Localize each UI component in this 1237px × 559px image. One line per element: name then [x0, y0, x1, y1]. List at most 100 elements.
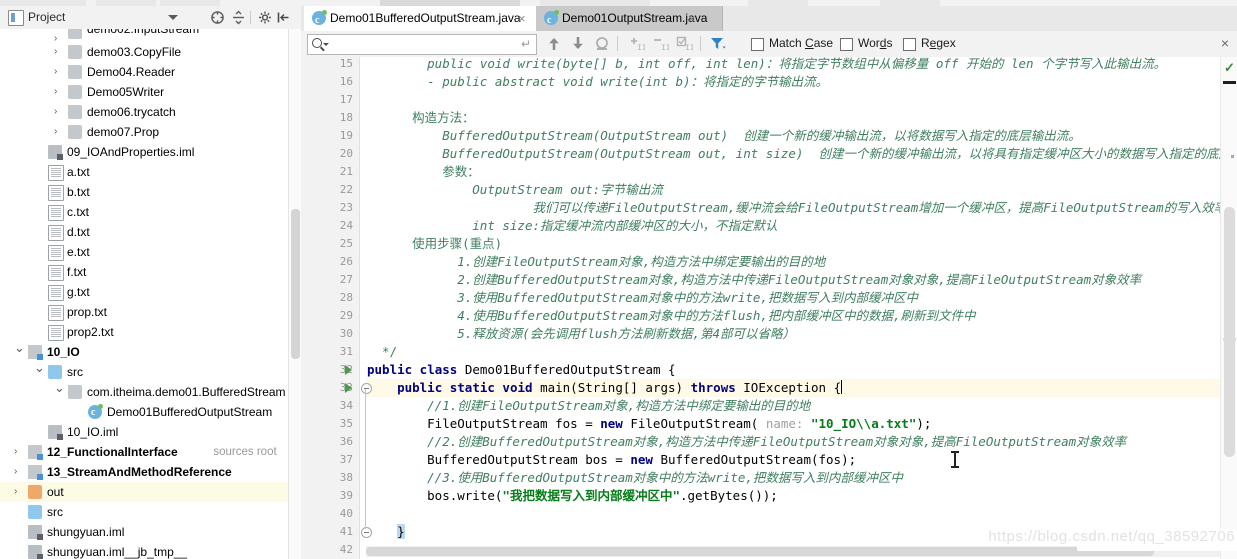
- remove-selection-icon[interactable]: II: [651, 35, 671, 53]
- project-tree[interactable]: › demo02.InputStream › demo03.CopyFile › Demo…: [0, 29, 288, 559]
- words-checkbox[interactable]: [840, 38, 853, 51]
- line-number[interactable]: 42: [301, 541, 359, 559]
- inspection-ok-icon[interactable]: ✓: [1224, 60, 1235, 76]
- code-editor[interactable]: 15 public void write(byte[] b, int off, i…: [301, 57, 1237, 559]
- tree-item[interactable]: f.txt: [0, 262, 288, 282]
- expand-collapse-icon[interactable]: [231, 10, 246, 25]
- code-line[interactable]: 5.释放资源(会先调用flush方法刷新数据,第4部可以省略）: [457, 325, 795, 343]
- code-line[interactable]: public static void main(String[] args) t…: [397, 379, 843, 397]
- run-gutter-icon[interactable]: [345, 365, 352, 375]
- code-line[interactable]: BufferedOutputStream(OutputStream out) 创…: [442, 127, 1081, 145]
- filter-icon[interactable]: [709, 35, 726, 52]
- tree-expand-arrow[interactable]: ⌄: [14, 341, 25, 354]
- tree-item[interactable]: prop2.txt: [0, 322, 288, 342]
- tree-item[interactable]: › demo03.CopyFile: [0, 42, 288, 62]
- line-number[interactable]: 28: [301, 289, 359, 307]
- scrollbar-thumb[interactable]: [366, 547, 1154, 556]
- close-icon[interactable]: ×: [688, 6, 696, 31]
- tree-expand-arrow[interactable]: ›: [14, 467, 24, 477]
- tree-item[interactable]: shungyuan.iml: [0, 522, 288, 542]
- editor-scrollbar-inspection-strip[interactable]: ✓: [1220, 57, 1237, 559]
- regex-label[interactable]: Regex: [921, 36, 956, 50]
- tree-item[interactable]: g.txt: [0, 282, 288, 302]
- tree-item[interactable]: prop.txt: [0, 302, 288, 322]
- line-number[interactable]: 25: [301, 235, 359, 253]
- line-number[interactable]: 22: [301, 181, 359, 199]
- code-line[interactable]: public void write(byte[] b, int off, int…: [427, 57, 1166, 73]
- line-number[interactable]: 24: [301, 217, 359, 235]
- code-line[interactable]: 4.使用BufferedOutputStream对象中的方法flush,把内部缓…: [457, 307, 975, 325]
- project-tree-scrollbar[interactable]: [288, 29, 302, 559]
- code-line[interactable]: 构造方法：: [412, 109, 475, 127]
- line-number[interactable]: 27: [301, 271, 359, 289]
- line-number[interactable]: 18: [301, 109, 359, 127]
- tree-expand-arrow[interactable]: ›: [54, 107, 64, 117]
- tree-expand-arrow[interactable]: ⌄: [54, 381, 65, 394]
- tree-item[interactable]: ⌄ src: [0, 361, 288, 382]
- tree-expand-arrow[interactable]: ›: [14, 447, 24, 457]
- line-number[interactable]: 15: [301, 57, 359, 73]
- words-label[interactable]: Words: [858, 36, 892, 50]
- tree-item[interactable]: a.txt: [0, 162, 288, 182]
- line-number[interactable]: 41: [301, 523, 359, 541]
- tree-expand-arrow[interactable]: ⌄: [34, 361, 45, 374]
- tree-item[interactable]: › demo07.Prop: [0, 122, 288, 142]
- tree-expand-arrow[interactable]: ›: [54, 87, 64, 97]
- code-line[interactable]: - public abstract void write(int b)：将指定的…: [427, 73, 828, 91]
- code-line[interactable]: 2.创建BufferedOutputStream对象,构造方法中传递FileOu…: [457, 271, 1141, 289]
- tree-item[interactable]: › 13_StreamAndMethodReference: [0, 462, 288, 482]
- tree-item[interactable]: src: [0, 502, 288, 522]
- tree-expand-arrow[interactable]: ›: [14, 487, 24, 497]
- hide-panel-icon[interactable]: [276, 10, 291, 25]
- code-line[interactable]: BufferedOutputStream bos = new BufferedO…: [427, 451, 856, 469]
- tree-item[interactable]: 09_IOAndProperties.iml: [0, 142, 288, 162]
- collapse-all-icon[interactable]: [210, 10, 225, 25]
- code-line[interactable]: bos.write("我把数据写入到内部缓冲区中".getBytes());: [427, 487, 778, 505]
- add-selection-next-icon[interactable]: II: [627, 35, 647, 53]
- code-line[interactable]: 1.创建FileOutputStream对象,构造方法中绑定要输出的目的地: [457, 253, 825, 271]
- tree-item[interactable]: ⌄ 10_IO: [0, 341, 288, 362]
- line-number[interactable]: 34: [301, 397, 359, 415]
- line-number[interactable]: 40: [301, 505, 359, 523]
- tree-item[interactable]: b.txt: [0, 182, 288, 202]
- tree-item[interactable]: › demo02.InputStream: [0, 29, 288, 42]
- tree-item[interactable]: › 12_FunctionalInterface sources root: [0, 442, 288, 462]
- editor-tab[interactable]: Demo01BufferedOutputStream.java×: [304, 6, 553, 33]
- code-fold-icon[interactable]: [361, 527, 372, 538]
- line-number[interactable]: 26: [301, 253, 359, 271]
- code-line[interactable]: public class Demo01BufferedOutputStream …: [367, 361, 676, 379]
- tree-item[interactable]: Demo01BufferedOutputStream: [0, 402, 288, 423]
- run-gutter-icon[interactable]: [345, 383, 352, 393]
- select-all-occurrences-icon[interactable]: [594, 35, 610, 52]
- code-line[interactable]: */: [382, 343, 397, 361]
- code-line[interactable]: OutputStream out:字节输出流: [472, 181, 662, 199]
- tree-expand-arrow[interactable]: ›: [54, 127, 64, 137]
- editor-tab[interactable]: Demo01OutputStream.java×: [536, 6, 723, 33]
- scrollbar-thumb[interactable]: [1224, 207, 1235, 457]
- code-fold-icon[interactable]: [361, 383, 372, 394]
- tree-item[interactable]: › Demo05Writer: [0, 82, 288, 102]
- line-number[interactable]: 39: [301, 487, 359, 505]
- code-line[interactable]: BufferedOutputStream(OutputStream out, i…: [442, 145, 1237, 163]
- tree-item[interactable]: c.txt: [0, 202, 288, 222]
- code-line[interactable]: //2.创建BufferedOutputStream对象,构造方法中传递File…: [427, 433, 1126, 451]
- line-number[interactable]: 23: [301, 199, 359, 217]
- code-line[interactable]: 3.使用BufferedOutputStream对象中的方法write,把数据写…: [457, 289, 918, 307]
- tree-item[interactable]: e.txt: [0, 242, 288, 262]
- line-number[interactable]: 16: [301, 73, 359, 91]
- tree-expand-arrow[interactable]: ›: [54, 47, 64, 57]
- scrollbar-thumb[interactable]: [291, 209, 300, 359]
- select-all-carets-icon[interactable]: II: [675, 35, 695, 53]
- code-line[interactable]: int size:指定缓冲流内部缓冲区的大小，不指定默认: [472, 217, 777, 235]
- arrow-up-icon[interactable]: [546, 35, 562, 52]
- line-number[interactable]: 35: [301, 415, 359, 433]
- line-number[interactable]: 36: [301, 433, 359, 451]
- tree-item[interactable]: shungyuan.iml__jb_tmp__: [0, 542, 288, 559]
- close-icon[interactable]: ×: [518, 6, 526, 31]
- code-line[interactable]: 参数：: [442, 163, 480, 181]
- tree-expand-arrow[interactable]: ›: [54, 67, 64, 77]
- tree-item[interactable]: › Demo04.Reader: [0, 62, 288, 82]
- chevron-down-icon[interactable]: [323, 43, 329, 46]
- tree-item[interactable]: › out: [0, 482, 288, 502]
- close-icon[interactable]: ×: [1221, 36, 1229, 50]
